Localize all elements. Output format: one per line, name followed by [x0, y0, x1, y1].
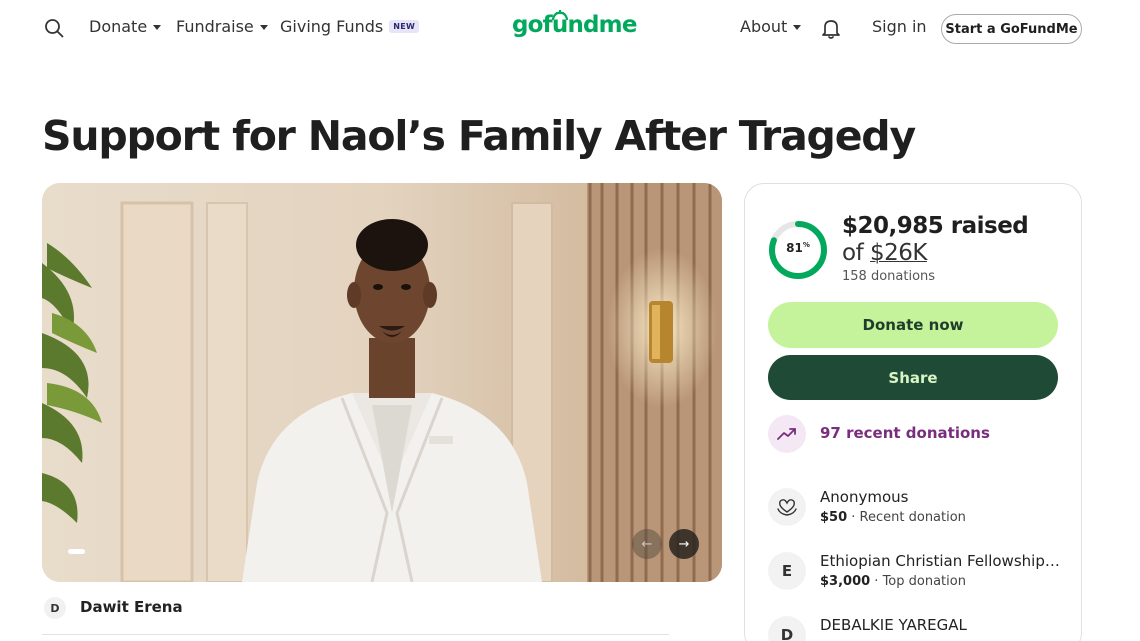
caret-down-icon — [259, 25, 268, 30]
gofundme-logo[interactable]: gofundme — [512, 12, 637, 38]
logo-sprout-icon — [551, 10, 569, 20]
goal-line: of $26K — [842, 240, 927, 266]
sign-in-label: Sign in — [872, 17, 927, 36]
donor-amount: $50 — [820, 510, 848, 525]
nav-fundraise-menu[interactable]: Fundraise — [176, 17, 268, 36]
sign-in-link[interactable]: Sign in — [872, 17, 927, 36]
nav-fundraise-label: Fundraise — [176, 17, 254, 36]
nav-about-label: About — [740, 17, 788, 36]
trending-badge — [768, 415, 806, 453]
progress-percent-suffix: % — [802, 241, 810, 249]
arrow-right-icon: → — [678, 536, 690, 552]
divider — [42, 634, 669, 635]
heart-hands-icon — [777, 499, 797, 516]
nav-donate-label: Donate — [89, 17, 148, 36]
carousel-next-button[interactable]: → — [669, 529, 699, 559]
caret-down-icon — [153, 25, 162, 30]
nav-giving-funds-label: Giving Funds — [280, 17, 384, 36]
donor-avatar — [768, 488, 806, 526]
recent-donations-link[interactable]: 97 recent donations — [820, 424, 990, 442]
organizer-avatar: D — [44, 597, 66, 619]
top-navigation: Donate Fundraise Giving Funds NEW gofund… — [0, 0, 1140, 58]
start-gofundme-button[interactable]: Start a GoFundMe — [941, 14, 1082, 44]
donor-type: Recent donation — [859, 510, 966, 525]
share-button[interactable]: Share — [768, 355, 1058, 400]
donor-name: DEBALKIE YAREGAL — [820, 616, 967, 634]
nav-about-menu[interactable]: About — [740, 17, 802, 36]
donor-name: Anonymous — [820, 488, 909, 506]
progress-percent-value: 81 — [786, 241, 803, 255]
trending-up-icon — [777, 428, 796, 440]
goal-amount[interactable]: $26K — [870, 240, 927, 266]
carousel-indicator[interactable] — [68, 549, 85, 554]
donor-amount: $3,000 — [820, 574, 871, 589]
donor-type: Top donation — [882, 574, 966, 589]
new-badge: NEW — [389, 20, 420, 33]
donation-count: 158 donations — [842, 269, 936, 284]
nav-donate-menu[interactable]: Donate — [89, 17, 162, 36]
caret-down-icon — [793, 25, 802, 30]
arrow-left-icon: ← — [641, 536, 653, 552]
campaign-photo-illustration — [42, 183, 722, 582]
goal-prefix: of — [842, 240, 864, 266]
organizer-name[interactable]: Dawit Erena — [80, 598, 183, 616]
bell-icon[interactable] — [820, 17, 842, 39]
search-icon[interactable] — [44, 18, 64, 38]
donate-now-button[interactable]: Donate now — [768, 302, 1058, 348]
nav-giving-funds[interactable]: Giving Funds NEW — [280, 17, 420, 36]
progress-percent: 81% — [767, 241, 829, 255]
donor-avatar: E — [768, 552, 806, 590]
campaign-photo[interactable] — [42, 183, 722, 582]
amount-raised: $20,985 raised — [842, 213, 1029, 239]
donor-meta: $3,000 · Top donation — [820, 574, 966, 589]
page-title: Support for Naol’s Family After Tragedy — [42, 112, 916, 160]
carousel-prev-button[interactable]: ← — [632, 529, 662, 559]
donor-meta: $50 · Recent donation — [820, 510, 966, 525]
donor-name: Ethiopian Christian Fellowship… — [820, 552, 1060, 570]
